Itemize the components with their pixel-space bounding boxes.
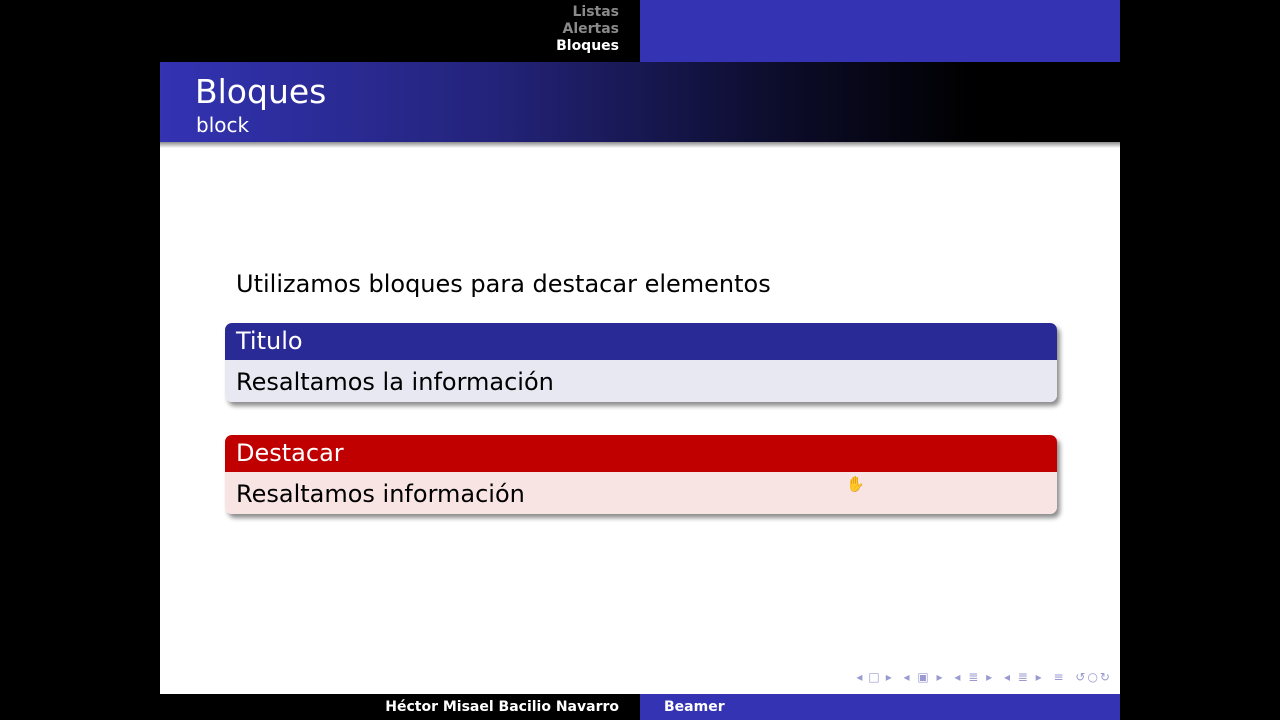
alert-block-body: Resaltamos información	[225, 472, 1057, 514]
nav-item-bloques[interactable]: Bloques	[556, 38, 619, 55]
footer-author: Héctor Misael Bacilio Navarro	[385, 699, 619, 715]
navigation-symbols: ◂ □ ▸ ◂ ▣ ▸ ◂ ≣ ▸ ◂ ≣ ▸ ≡ ↺○↻	[852, 670, 1112, 684]
nav-item-alertas[interactable]: Alertas	[556, 21, 619, 38]
slide: Listas Alertas Bloques Bloques block Uti…	[160, 0, 1120, 720]
section-icon[interactable]: ◂ ≣ ▸	[954, 670, 994, 684]
standard-block: Titulo Resaltamos la información	[225, 323, 1057, 402]
block-body: Resaltamos la información	[225, 360, 1057, 402]
frame-title: Bloques	[195, 72, 327, 111]
alert-block-title: Destacar	[225, 435, 1057, 472]
block-title: Titulo	[225, 323, 1057, 360]
hand-cursor-icon: ✋	[846, 475, 865, 493]
frame-icon[interactable]: □	[868, 670, 881, 684]
intro-text: Utilizamos bloques para destacar element…	[236, 270, 771, 298]
frame-title-bar: Bloques block	[160, 62, 1120, 142]
section-icon[interactable]: ◂ ≣ ▸	[1004, 670, 1044, 684]
search-icon[interactable]: ↺○↻	[1075, 670, 1112, 684]
slide-body: Utilizamos bloques para destacar element…	[160, 148, 1120, 694]
header-right	[640, 0, 1120, 62]
frame-subtitle: block	[196, 113, 250, 137]
alert-block: Destacar Resaltamos información	[225, 435, 1057, 514]
subsection-icon[interactable]: ◂ ▣ ▸	[904, 670, 945, 684]
footer-left: Héctor Misael Bacilio Navarro	[160, 694, 640, 720]
footer-title: Beamer	[664, 699, 725, 715]
header-left: Listas Alertas Bloques	[160, 0, 640, 62]
section-navigation: Listas Alertas Bloques	[556, 4, 619, 55]
arrow-left-icon[interactable]: ◂	[856, 670, 864, 684]
footer-right: Beamer	[640, 694, 1120, 720]
document-icon[interactable]: ≡	[1054, 670, 1066, 684]
nav-item-listas[interactable]: Listas	[556, 4, 619, 21]
arrow-right-icon[interactable]: ▸	[886, 670, 894, 684]
